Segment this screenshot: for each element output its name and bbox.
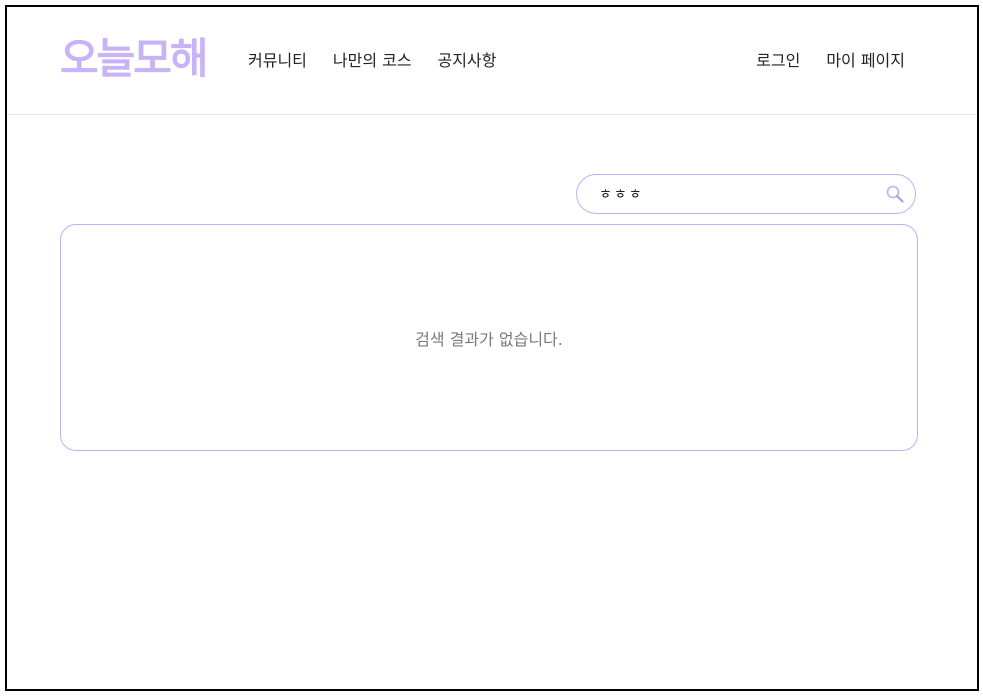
app-frame: 오늘모해 커뮤니티 나만의 코스 공지사항 로그인 마이 페이지 검색 결과가 … xyxy=(5,5,979,691)
logo[interactable]: 오늘모해 xyxy=(60,33,209,85)
nav-notice[interactable]: 공지사항 xyxy=(438,50,497,72)
search-bar xyxy=(576,174,916,214)
empty-results-message: 검색 결과가 없습니다. xyxy=(415,329,563,349)
search-results-panel: 검색 결과가 없습니다. xyxy=(60,224,918,451)
nav-login[interactable]: 로그인 xyxy=(756,50,800,72)
nav-community[interactable]: 커뮤니티 xyxy=(248,50,307,72)
main-nav: 커뮤니티 나만의 코스 공지사항 xyxy=(248,50,496,72)
nav-my-course[interactable]: 나만의 코스 xyxy=(333,50,412,72)
nav-my-page[interactable]: 마이 페이지 xyxy=(826,50,905,72)
search-input[interactable] xyxy=(599,183,869,205)
user-nav: 로그인 마이 페이지 xyxy=(756,50,905,72)
header: 오늘모해 커뮤니티 나만의 코스 공지사항 로그인 마이 페이지 xyxy=(7,7,977,115)
search-icon[interactable] xyxy=(885,184,905,204)
